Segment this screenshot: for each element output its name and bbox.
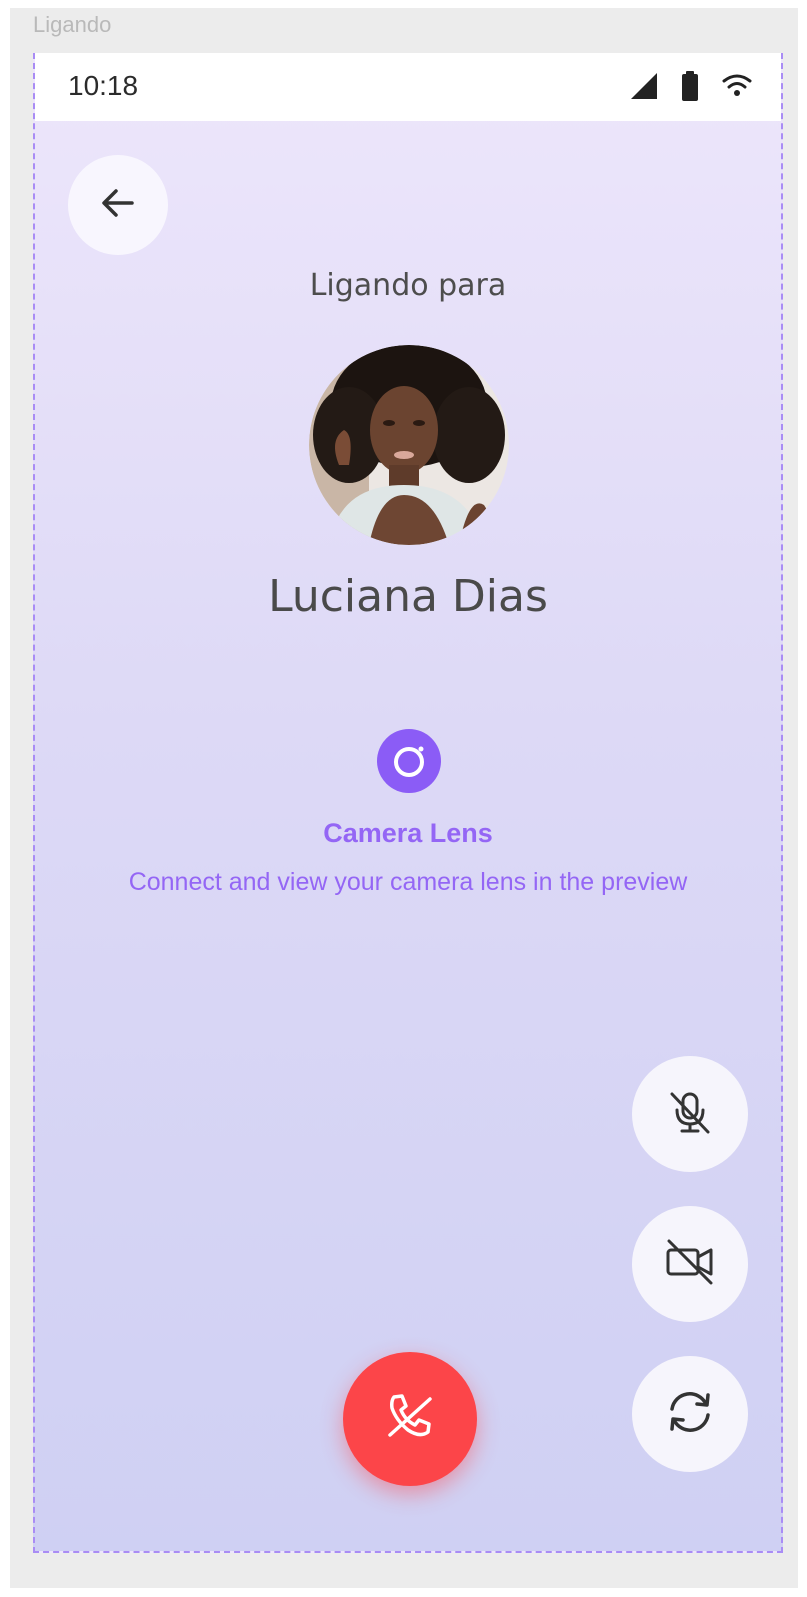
signal-icon bbox=[629, 72, 659, 105]
back-arrow-icon bbox=[98, 183, 138, 228]
mic-off-icon bbox=[664, 1086, 716, 1143]
contact-avatar bbox=[309, 345, 509, 545]
flip-camera-button[interactable] bbox=[632, 1356, 748, 1472]
phone-screen: 10:18 Ligando para Luciana Dias Camera L… bbox=[33, 53, 783, 1553]
end-call-icon bbox=[380, 1387, 440, 1452]
mute-button[interactable] bbox=[632, 1056, 748, 1172]
calling-label: Ligando para bbox=[309, 268, 507, 303]
camera-flip-icon bbox=[663, 1385, 717, 1444]
battery-icon bbox=[681, 71, 699, 106]
wifi-icon bbox=[721, 72, 753, 105]
status-bar: 10:18 bbox=[35, 53, 781, 121]
camera-lens-title: Camera Lens bbox=[323, 818, 493, 848]
status-time: 10:18 bbox=[68, 70, 139, 101]
status-icons bbox=[629, 71, 753, 106]
video-off-icon bbox=[663, 1235, 717, 1294]
camera-lens-icon bbox=[377, 729, 441, 793]
back-button[interactable] bbox=[68, 155, 168, 255]
frame-label: Ligando bbox=[33, 12, 112, 37]
contact-name: Luciana Dias bbox=[268, 571, 548, 622]
camera-lens-description: Connect and view your camera lens in the… bbox=[128, 868, 688, 896]
video-toggle-button[interactable] bbox=[632, 1206, 748, 1322]
end-call-button[interactable] bbox=[343, 1352, 477, 1486]
